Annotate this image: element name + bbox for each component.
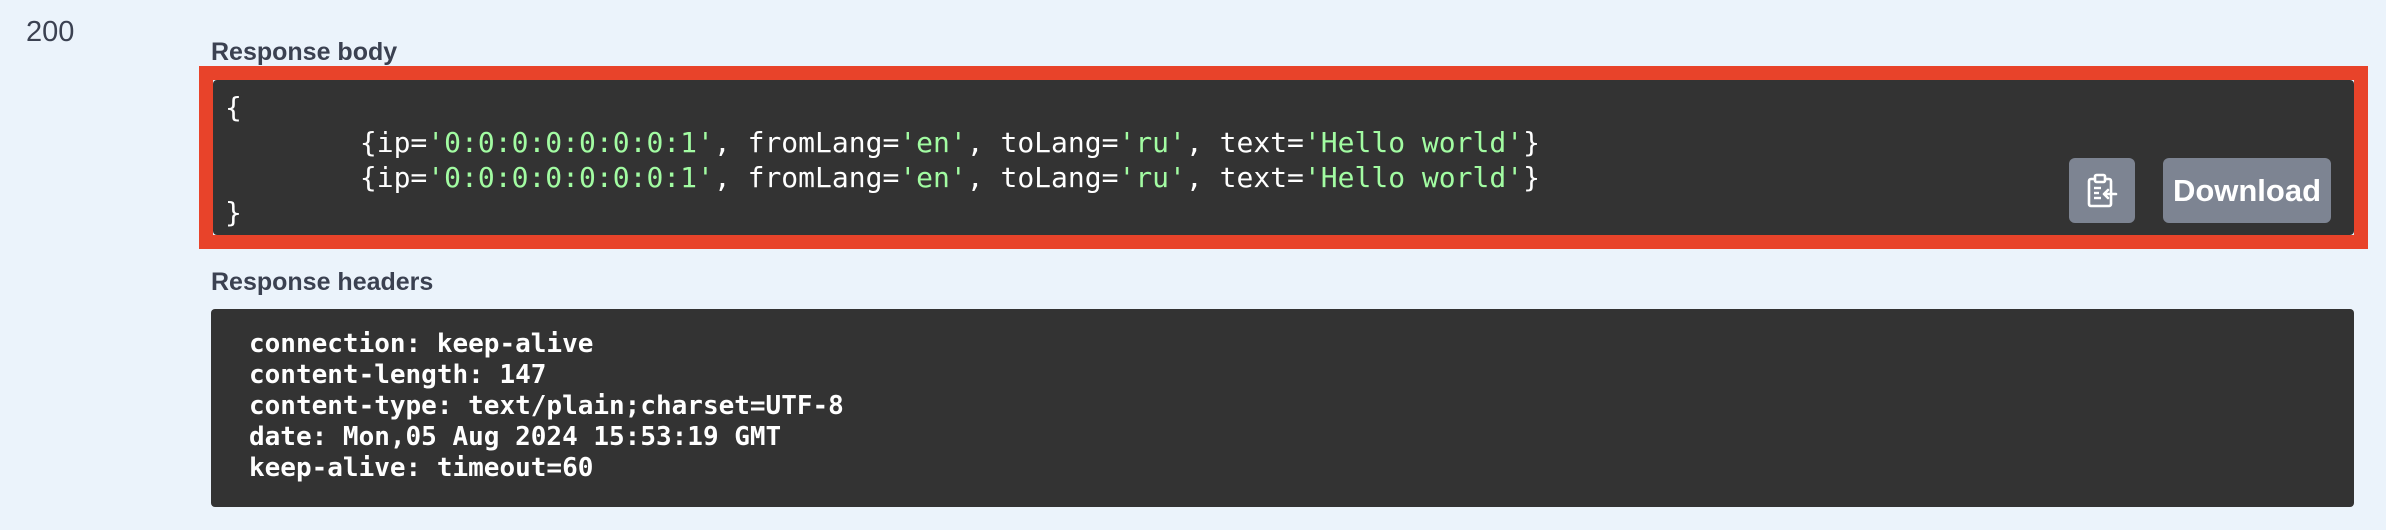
close-brace: }	[225, 196, 242, 229]
response-status-code: 200	[26, 16, 75, 48]
open-brace: {	[225, 91, 242, 124]
header-line-connection: connection: keep-alive	[249, 329, 594, 359]
response-body-line: {ip='0:0:0:0:0:0:0:1', fromLang='en', to…	[359, 126, 1540, 159]
header-line-date: date: Mon,05 Aug 2024 15:53:19 GMT	[249, 422, 782, 452]
response-body-line: {ip='0:0:0:0:0:0:0:1', fromLang='en', to…	[359, 161, 1540, 194]
response-headers-label: Response headers	[211, 268, 434, 296]
download-button[interactable]: Download	[2163, 158, 2331, 223]
header-line-content-length: content-length: 147	[249, 360, 547, 390]
response-headers-code: connection: keep-alive content-length: 1…	[249, 329, 844, 484]
copy-to-clipboard-button[interactable]	[2069, 158, 2135, 223]
response-body-label: Response body	[211, 38, 398, 66]
response-body-code: { {ip='0:0:0:0:0:0:0:1', fromLang='en', …	[225, 90, 1540, 230]
clipboard-copy-icon	[2087, 173, 2118, 207]
response-body-block[interactable]: { {ip='0:0:0:0:0:0:0:1', fromLang='en', …	[213, 80, 2354, 235]
header-line-keep-alive: keep-alive: timeout=60	[249, 453, 594, 483]
response-headers-block[interactable]: connection: keep-alive content-length: 1…	[211, 309, 2354, 507]
header-line-content-type: content-type: text/plain;charset=UTF-8	[249, 391, 844, 421]
